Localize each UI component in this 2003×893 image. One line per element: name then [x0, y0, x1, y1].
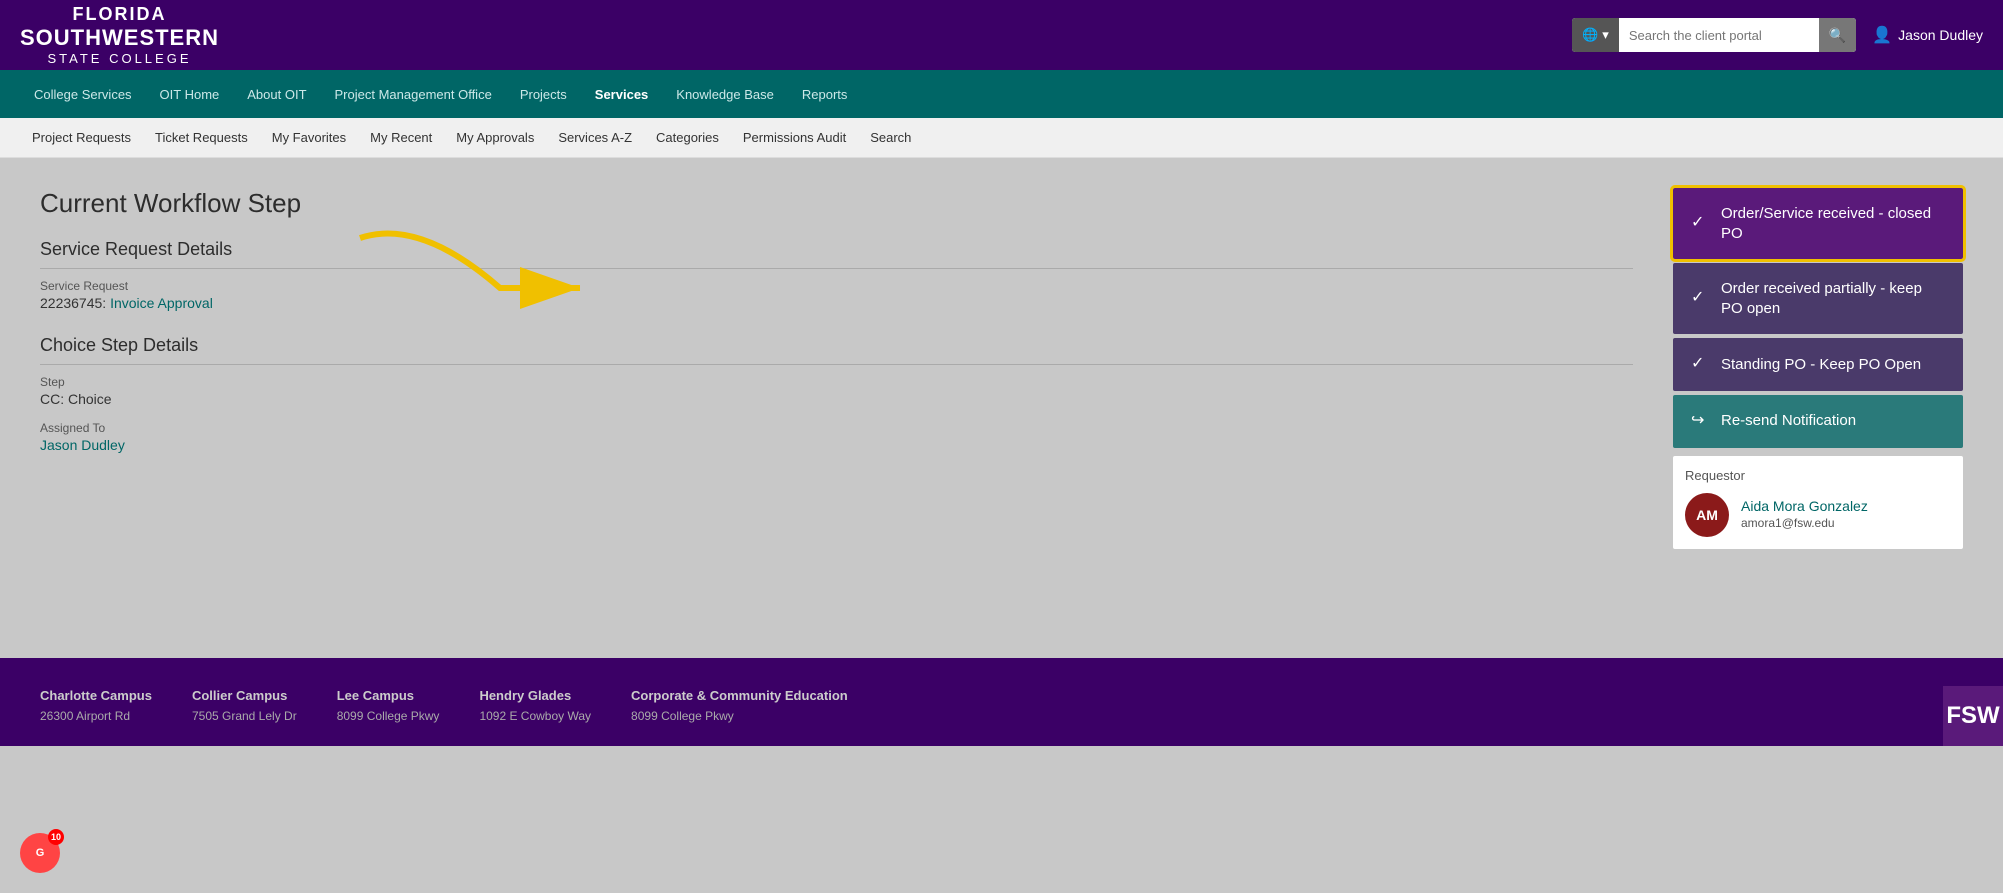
- check-icon-3: ✓: [1691, 354, 1711, 375]
- footer-columns: Charlotte Campus 26300 Airport Rd Collie…: [40, 688, 1963, 726]
- requestor-info: Aida Mora Gonzalez amora1@fsw.edu: [1741, 498, 1868, 532]
- btn-standing-po-label: Standing PO - Keep PO Open: [1721, 355, 1945, 375]
- footer-hendry-title: Hendry Glades: [479, 688, 591, 703]
- subnav-services-az[interactable]: Services A-Z: [546, 118, 644, 158]
- requestor-label: Requestor: [1685, 468, 1951, 483]
- footer-charlotte-addr: 26300 Airport Rd: [40, 707, 152, 726]
- resend-icon: ↪: [1691, 411, 1711, 432]
- logo-line3: STATE COLLEGE: [48, 51, 192, 66]
- user-icon: 👤: [1872, 25, 1892, 45]
- footer-col-cce: Corporate & Community Education 8099 Col…: [631, 688, 848, 726]
- footer: Charlotte Campus 26300 Airport Rd Collie…: [0, 658, 2003, 746]
- logo-line2: SOUTHWESTERN: [20, 25, 219, 51]
- choice-section: Choice Step Details Step CC: Choice Assi…: [40, 335, 1633, 453]
- subnav-my-favorites[interactable]: My Favorites: [260, 118, 358, 158]
- subnav-permissions-audit[interactable]: Permissions Audit: [731, 118, 858, 158]
- globe-arrow: ▾: [1602, 27, 1609, 43]
- main-content: Current Workflow Step Service Request De…: [0, 158, 2003, 658]
- search-icon: 🔍: [1829, 27, 1846, 43]
- top-header: FLORIDA SOUTHWESTERN STATE COLLEGE 🌐 ▾ 🔍…: [0, 0, 2003, 70]
- btn-closed-po[interactable]: ✓ Order/Service received - closed PO: [1673, 188, 1963, 259]
- service-request-value: 22236745: Invoice Approval: [40, 295, 1633, 311]
- nav-oit-home[interactable]: OIT Home: [146, 70, 234, 118]
- footer-cce-addr: 8099 College Pkwy: [631, 707, 848, 726]
- search-box: 🌐 ▾ 🔍: [1572, 18, 1856, 52]
- btn-keep-open[interactable]: ✓ Order received partially - keep PO ope…: [1673, 263, 1963, 334]
- service-request-subtitle: Service Request Details: [40, 239, 1633, 269]
- subnav-project-requests[interactable]: Project Requests: [20, 118, 143, 158]
- nav-reports[interactable]: Reports: [788, 70, 862, 118]
- service-request-row: Service Request 22236745: Invoice Approv…: [40, 279, 1633, 311]
- service-request-label: Service Request: [40, 279, 1633, 293]
- nav-project-mgmt[interactable]: Project Management Office: [321, 70, 506, 118]
- btn-standing-po[interactable]: ✓ Standing PO - Keep PO Open: [1673, 338, 1963, 391]
- grammarly-count: 10: [48, 829, 64, 845]
- footer-lee-addr: 8099 College Pkwy: [337, 707, 440, 726]
- check-icon-1: ✓: [1691, 213, 1711, 234]
- choice-step-subtitle: Choice Step Details: [40, 335, 1633, 365]
- subnav-ticket-requests[interactable]: Ticket Requests: [143, 118, 260, 158]
- grammarly-label: G: [36, 847, 45, 859]
- btn-resend-label: Re-send Notification: [1721, 411, 1945, 431]
- user-name: Jason Dudley: [1898, 27, 1983, 43]
- nav-about-oit[interactable]: About OIT: [233, 70, 320, 118]
- footer-collier-title: Collier Campus: [192, 688, 297, 703]
- page-title: Current Workflow Step: [40, 188, 1633, 219]
- subnav-my-recent[interactable]: My Recent: [358, 118, 444, 158]
- user-info: 👤 Jason Dudley: [1872, 25, 1983, 45]
- footer-col-charlotte: Charlotte Campus 26300 Airport Rd: [40, 688, 152, 726]
- globe-icon: 🌐: [1582, 27, 1598, 43]
- avatar: AM: [1685, 493, 1729, 537]
- service-request-number: 22236745:: [40, 295, 106, 311]
- assigned-to-row: Assigned To Jason Dudley: [40, 421, 1633, 453]
- requestor-name-link[interactable]: Aida Mora Gonzalez: [1741, 498, 1868, 514]
- nav-knowledge-base[interactable]: Knowledge Base: [662, 70, 788, 118]
- main-nav: College Services OIT Home About OIT Proj…: [0, 70, 2003, 118]
- logo-line1: FLORIDA: [73, 4, 167, 25]
- check-icon-2: ✓: [1691, 288, 1711, 309]
- subnav-categories[interactable]: Categories: [644, 118, 731, 158]
- footer-col-lee: Lee Campus 8099 College Pkwy: [337, 688, 440, 726]
- footer-hendry-addr: 1092 E Cowboy Way: [479, 707, 591, 726]
- footer-col-collier: Collier Campus 7505 Grand Lely Dr: [192, 688, 297, 726]
- requestor-card: AM Aida Mora Gonzalez amora1@fsw.edu: [1685, 493, 1951, 537]
- fsw-corner-logo: FSW: [1943, 686, 2003, 746]
- btn-resend[interactable]: ↪ Re-send Notification: [1673, 395, 1963, 448]
- annotation-arrow: [340, 208, 620, 338]
- globe-button[interactable]: 🌐 ▾: [1572, 18, 1619, 52]
- btn-keep-open-label: Order received partially - keep PO open: [1721, 279, 1945, 318]
- assigned-to-link[interactable]: Jason Dudley: [40, 437, 125, 453]
- invoice-approval-link[interactable]: Invoice Approval: [110, 295, 213, 311]
- subnav-my-approvals[interactable]: My Approvals: [444, 118, 546, 158]
- left-panel: Current Workflow Step Service Request De…: [40, 188, 1633, 628]
- requestor-email: amora1@fsw.edu: [1741, 516, 1835, 530]
- step-label: Step: [40, 375, 1633, 389]
- footer-charlotte-title: Charlotte Campus: [40, 688, 152, 703]
- step-value: CC: Choice: [40, 391, 1633, 407]
- subnav-search[interactable]: Search: [858, 118, 923, 158]
- search-button[interactable]: 🔍: [1819, 18, 1856, 52]
- nav-projects[interactable]: Projects: [506, 70, 581, 118]
- assigned-to-value: Jason Dudley: [40, 437, 1633, 453]
- grammarly-badge[interactable]: G 10: [20, 833, 60, 873]
- footer-col-hendry: Hendry Glades 1092 E Cowboy Way: [479, 688, 591, 726]
- assigned-to-label: Assigned To: [40, 421, 1633, 435]
- sub-nav: Project Requests Ticket Requests My Favo…: [0, 118, 2003, 158]
- footer-lee-title: Lee Campus: [337, 688, 440, 703]
- requestor-section: Requestor AM Aida Mora Gonzalez amora1@f…: [1673, 456, 1963, 549]
- nav-college-services[interactable]: College Services: [20, 70, 146, 118]
- nav-services[interactable]: Services: [581, 70, 663, 118]
- btn-closed-po-label: Order/Service received - closed PO: [1721, 204, 1945, 243]
- logo: FLORIDA SOUTHWESTERN STATE COLLEGE: [20, 4, 219, 66]
- header-right: 🌐 ▾ 🔍 👤 Jason Dudley: [1572, 18, 1983, 52]
- right-panel: ✓ Order/Service received - closed PO ✓ O…: [1673, 188, 1963, 628]
- search-input[interactable]: [1619, 28, 1819, 43]
- step-row: Step CC: Choice: [40, 375, 1633, 407]
- footer-collier-addr: 7505 Grand Lely Dr: [192, 707, 297, 726]
- footer-cce-title: Corporate & Community Education: [631, 688, 848, 703]
